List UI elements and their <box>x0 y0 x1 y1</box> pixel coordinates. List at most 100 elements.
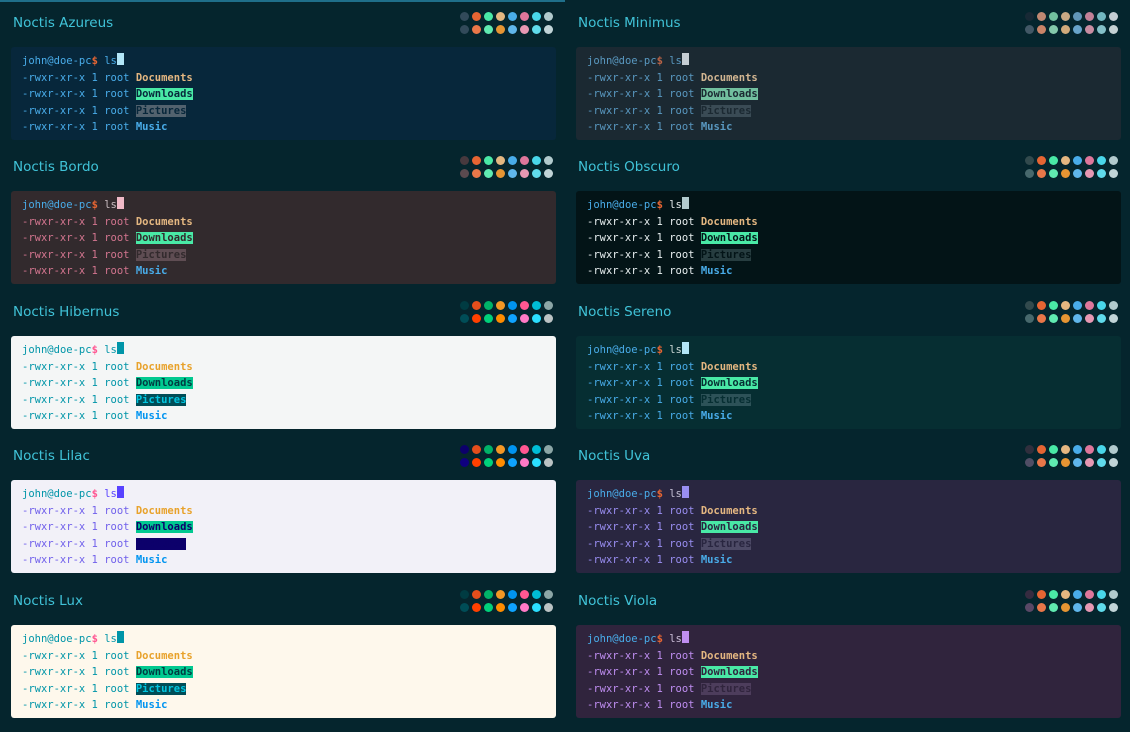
palette-swatch <box>1049 590 1058 599</box>
terminal-preview: john@doe-pc$ ls -rwxr-xr-x 1 root Documen… <box>11 47 556 140</box>
file-owner: root <box>669 393 695 406</box>
palette-swatch <box>460 156 469 165</box>
file-links: 1 <box>91 377 98 389</box>
theme-card[interactable]: Noctis Sereno john@doe-pc$ ls -rwxr-xr-x 1… <box>576 298 1121 443</box>
palette-swatch <box>1025 25 1034 34</box>
file-permissions: -rwxr-xr-x <box>22 104 86 117</box>
palette-swatch <box>472 301 481 310</box>
file-owner: root <box>669 121 695 133</box>
file-links: 1 <box>91 537 98 550</box>
palette-swatch <box>532 314 541 323</box>
file-name-music: Music <box>135 410 168 422</box>
palette-swatch <box>1049 301 1058 310</box>
palette-swatch <box>1109 445 1118 454</box>
palette-swatch <box>1097 301 1106 310</box>
theme-card[interactable]: Noctis Viola john@doe-pc$ ls -rwxr-xr-x 1 … <box>576 587 1121 732</box>
prompt-command: ls <box>104 55 117 67</box>
cursor <box>116 342 124 354</box>
theme-card[interactable]: Noctis Bordo john@doe-pc$ ls -rwxr-xr-x 1 … <box>11 153 556 298</box>
file-permissions: -rwxr-xr-x <box>587 71 651 84</box>
palette-swatch <box>484 603 493 612</box>
listing-row: -rwxr-xr-x 1 root Documents <box>22 648 556 665</box>
file-owner: root <box>104 666 130 678</box>
palette-swatch <box>1073 314 1082 323</box>
listing-row: -rwxr-xr-x 1 root Downloads <box>22 86 556 103</box>
file-name-documents: Documents <box>700 504 758 517</box>
file-links: 1 <box>656 649 663 662</box>
theme-card[interactable]: Noctis Lilac john@doe-pc$ ls -rwxr-xr-x 1 … <box>11 442 556 587</box>
palette-swatch <box>1073 12 1082 21</box>
palette-swatch <box>1109 314 1118 323</box>
palette-swatch <box>472 603 481 612</box>
file-links: 1 <box>91 71 98 84</box>
theme-card[interactable]: Noctis Azureus john@doe-pc$ ls -rwxr-xr-x … <box>11 9 556 154</box>
palette-swatch <box>496 12 505 21</box>
prompt-line: john@doe-pc$ ls <box>22 53 556 70</box>
palette-swatch <box>1085 590 1094 599</box>
palette-swatch <box>484 314 493 323</box>
prompt-user: john <box>587 55 613 67</box>
file-links: 1 <box>91 504 98 517</box>
terminal-preview: john@doe-pc$ ls -rwxr-xr-x 1 root Documen… <box>11 191 556 284</box>
file-links: 1 <box>656 554 663 566</box>
palette-swatch <box>1109 156 1118 165</box>
file-name-downloads: Downloads <box>700 88 758 100</box>
palette-swatch <box>532 12 541 21</box>
file-name-music: Music <box>700 410 733 422</box>
palette-swatch <box>520 25 529 34</box>
prompt-command: ls <box>104 633 117 645</box>
file-owner: root <box>104 88 130 100</box>
file-permissions: -rwxr-xr-x <box>22 248 86 261</box>
theme-card[interactable]: Noctis Hibernus john@doe-pc$ ls -rwxr-xr-x… <box>11 298 556 443</box>
palette-swatch <box>1085 156 1094 165</box>
palette-swatch <box>1073 458 1082 467</box>
file-links: 1 <box>91 121 98 133</box>
theme-title: Noctis Sereno <box>578 304 672 320</box>
prompt-user: john <box>587 633 613 645</box>
palette-swatch <box>1061 301 1070 310</box>
color-palette <box>1025 301 1130 323</box>
file-links: 1 <box>656 104 663 117</box>
palette-swatch <box>544 445 553 454</box>
file-permissions: -rwxr-xr-x <box>587 232 651 244</box>
palette-swatch <box>1025 603 1034 612</box>
file-permissions: -rwxr-xr-x <box>22 410 86 422</box>
palette-swatch <box>1085 169 1094 178</box>
listing-row: -rwxr-xr-x 1 root Music <box>587 697 1121 714</box>
theme-card[interactable]: Noctis Uva john@doe-pc$ ls -rwxr-xr-x 1 ro… <box>576 442 1121 587</box>
prompt-user: john <box>22 633 48 645</box>
file-name-documents: Documents <box>135 649 193 662</box>
prompt-command: ls <box>669 488 682 500</box>
palette-swatch <box>508 314 517 323</box>
palette-swatch <box>520 12 529 21</box>
palette-swatch <box>544 169 553 178</box>
prompt-dollar: $ <box>656 199 663 211</box>
palette-swatch <box>496 301 505 310</box>
terminal-preview: john@doe-pc$ ls -rwxr-xr-x 1 root Documen… <box>11 336 556 429</box>
file-permissions: -rwxr-xr-x <box>587 215 651 228</box>
cursor <box>116 631 124 643</box>
palette-swatch <box>508 603 517 612</box>
palette-swatch <box>508 169 517 178</box>
file-links: 1 <box>656 682 663 695</box>
palette-swatch <box>1061 590 1070 599</box>
prompt-host: doe-pc <box>618 344 657 356</box>
palette-swatch <box>1049 25 1058 34</box>
file-name-documents: Documents <box>700 215 758 228</box>
file-name-pictures: Pictures <box>700 248 752 261</box>
theme-card[interactable]: Noctis Obscuro john@doe-pc$ ls -rwxr-xr-x … <box>576 153 1121 298</box>
palette-swatch <box>484 169 493 178</box>
theme-card[interactable]: Noctis Minimus john@doe-pc$ ls -rwxr-xr-x … <box>576 9 1121 154</box>
file-owner: root <box>104 521 130 533</box>
file-links: 1 <box>656 377 663 389</box>
theme-card[interactable]: Noctis Lux john@doe-pc$ ls -rwxr-xr-x 1 ro… <box>11 587 556 732</box>
listing-row: -rwxr-xr-x 1 root Downloads <box>587 519 1121 536</box>
palette-swatch <box>1073 25 1082 34</box>
listing-row: -rwxr-xr-x 1 root Downloads <box>22 519 556 536</box>
palette-swatch <box>532 590 541 599</box>
listing-row: -rwxr-xr-x 1 root Pictures <box>22 247 556 264</box>
file-permissions: -rwxr-xr-x <box>587 521 651 533</box>
color-palette <box>460 156 566 178</box>
prompt-dollar: $ <box>91 55 98 67</box>
palette-swatch <box>1049 156 1058 165</box>
